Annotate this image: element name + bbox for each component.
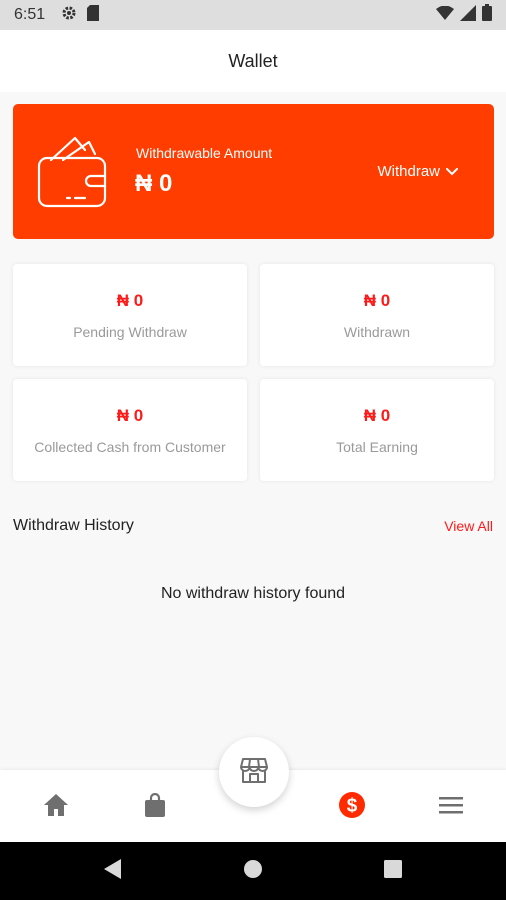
empty-history-message: No withdraw history found xyxy=(160,585,346,602)
stat-label: Withdrawn xyxy=(343,324,411,340)
stat-card-collected-cash: ₦ 0 Collected Cash from Customer xyxy=(13,379,247,481)
back-triangle-icon xyxy=(102,858,122,885)
stat-label: Pending Withdraw xyxy=(73,324,187,340)
system-home-button[interactable] xyxy=(242,859,264,884)
stat-value: ₦ 0 xyxy=(363,291,391,310)
stat-label: Collected Cash from Customer xyxy=(34,439,226,455)
recents-square-icon xyxy=(383,859,403,884)
nav-menu[interactable] xyxy=(436,792,466,822)
balance-label: Withdrawable Amount xyxy=(136,145,273,161)
dollar-icon: $ xyxy=(338,791,366,824)
app-header: Wallet xyxy=(0,30,506,92)
stat-card-pending-withdraw: ₦ 0 Pending Withdraw xyxy=(13,264,247,366)
wallet-icon xyxy=(37,132,111,215)
page-title: Wallet xyxy=(228,50,278,71)
stat-card-total-earning: ₦ 0 Total Earning xyxy=(260,379,494,481)
balance-card: Withdrawable Amount ₦ 0 Withdraw xyxy=(13,104,494,239)
stat-value: ₦ 0 xyxy=(363,406,391,425)
system-back-button[interactable] xyxy=(101,858,123,885)
svg-text:$: $ xyxy=(347,795,358,816)
menu-icon xyxy=(438,795,464,820)
system-recents-button[interactable] xyxy=(382,859,404,884)
system-nav-bar xyxy=(0,842,506,900)
balance-value: ₦ 0 xyxy=(135,170,173,197)
store-icon xyxy=(240,757,268,788)
home-circle-icon xyxy=(243,859,263,884)
status-bar: 6:51 xyxy=(0,0,506,30)
signal-icon xyxy=(460,4,476,26)
battery-icon xyxy=(482,4,492,26)
stat-card-withdrawn: ₦ 0 Withdrawn xyxy=(260,264,494,366)
view-all-link[interactable]: View All xyxy=(444,518,493,534)
chevron-down-icon xyxy=(446,163,458,180)
nav-home[interactable] xyxy=(41,792,71,822)
stat-label: Total Earning xyxy=(336,439,418,455)
settings-icon xyxy=(61,5,77,26)
sd-card-icon xyxy=(87,4,100,26)
withdraw-label: Withdraw xyxy=(377,163,440,180)
shopping-bag-icon xyxy=(144,792,166,822)
nav-wallet[interactable]: $ xyxy=(337,791,367,824)
withdraw-button[interactable]: Withdraw xyxy=(377,163,458,180)
home-icon xyxy=(43,793,69,822)
status-time: 6:51 xyxy=(14,6,46,23)
nav-orders[interactable] xyxy=(140,792,170,822)
wifi-icon xyxy=(436,5,454,25)
withdraw-history-title: Withdraw History xyxy=(13,517,134,534)
stat-value: ₦ 0 xyxy=(116,406,144,425)
stat-value: ₦ 0 xyxy=(116,291,144,310)
store-button[interactable] xyxy=(219,737,289,807)
